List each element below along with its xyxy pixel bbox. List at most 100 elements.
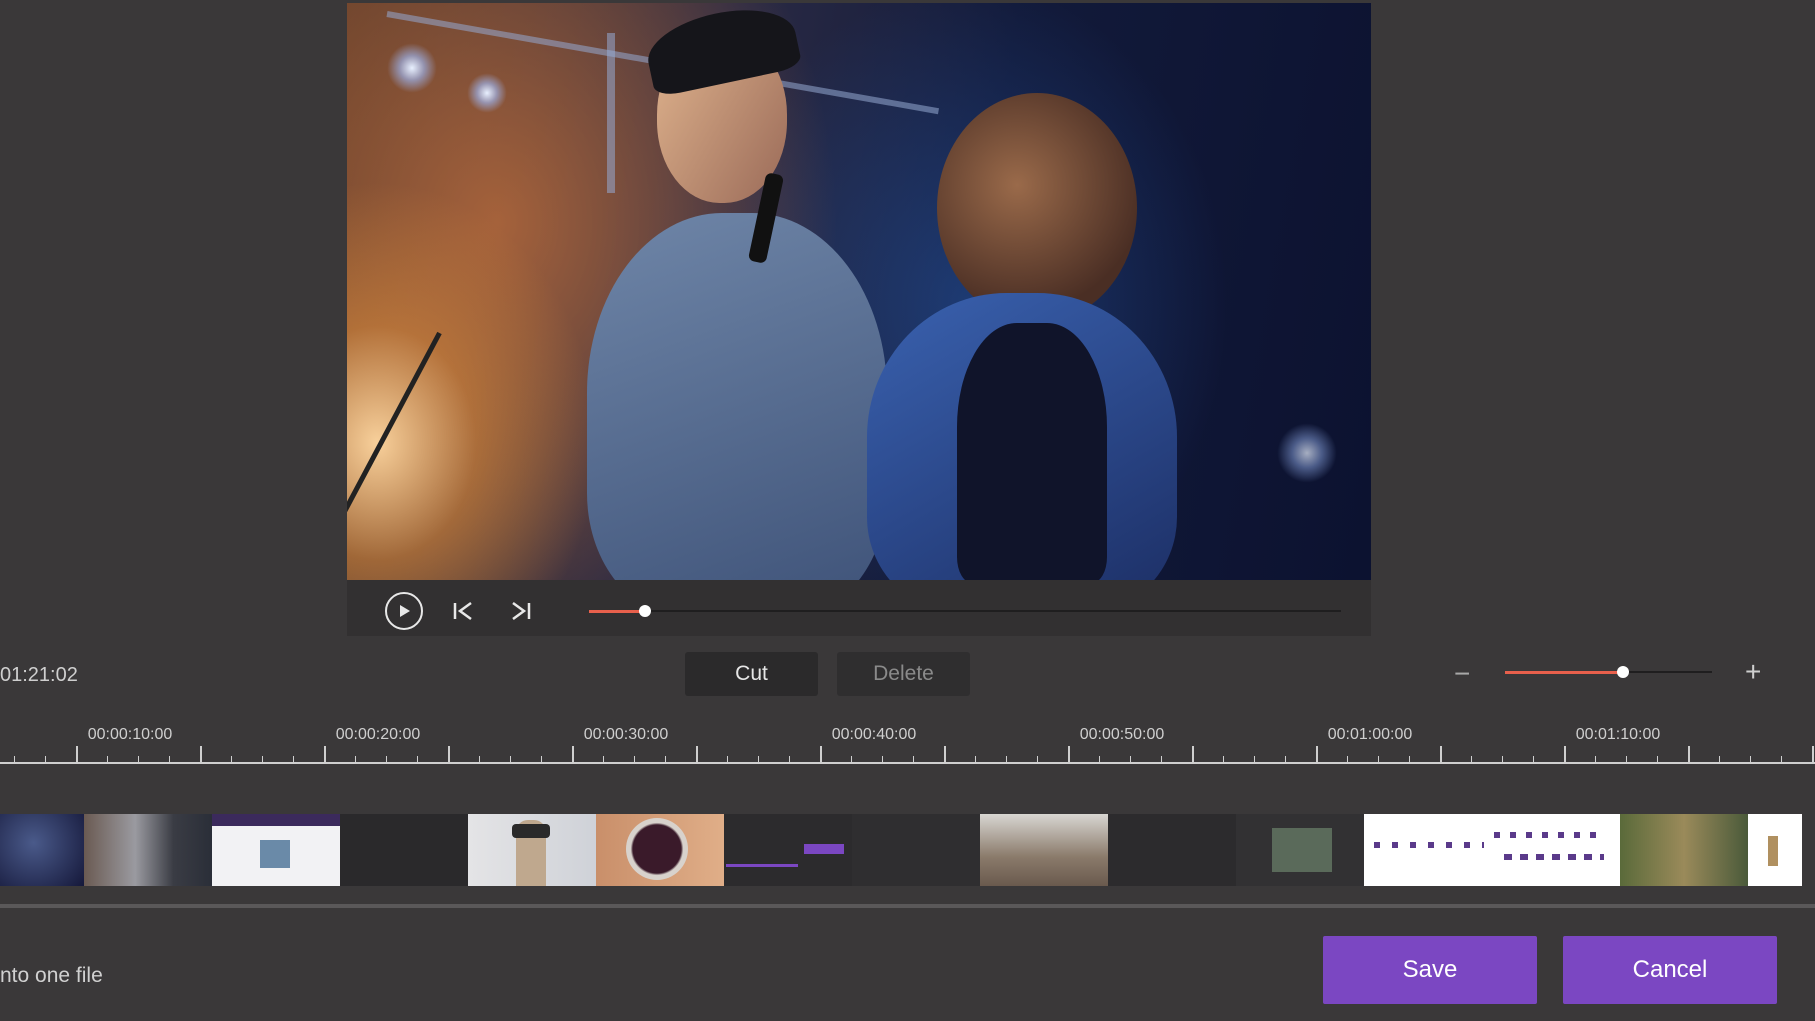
ruler-minor-tick — [913, 756, 914, 762]
thumb-image — [260, 840, 290, 868]
seek-handle[interactable] — [639, 605, 652, 617]
ruler-minor-tick — [603, 756, 604, 762]
skip-forward-button[interactable] — [507, 598, 533, 624]
clip-thumbnail — [1620, 814, 1748, 886]
ruler-minor-tick — [882, 756, 883, 762]
clip-thumbnail — [1236, 814, 1364, 886]
thumb-bar — [726, 864, 798, 867]
spotlight — [1277, 423, 1337, 483]
clip-thumbnail — [1364, 814, 1620, 886]
thumb-dots — [1494, 832, 1604, 838]
ruler-minor-tick — [665, 756, 666, 762]
ruler-tick-label: 00:00:20:00 — [335, 726, 421, 743]
skip-back-button[interactable] — [451, 598, 477, 624]
ruler-minor-tick — [231, 756, 232, 762]
ruler-minor-tick — [1161, 756, 1162, 762]
ruler-minor-tick — [45, 756, 46, 762]
thumb-dots — [1504, 854, 1604, 860]
ruler-minor-tick — [1192, 756, 1193, 762]
ruler-minor-tick — [1812, 756, 1813, 762]
timeline-ruler[interactable]: 00:00:10:00 00:00:20:00 00:00:30:00 00:00:4… — [0, 714, 1815, 764]
ruler-minor-tick — [1347, 756, 1348, 762]
clip-thumbnail — [340, 814, 468, 886]
cancel-button[interactable]: Cancel — [1563, 936, 1777, 1004]
thumb-dots — [1374, 842, 1484, 848]
clip-thumbnail — [980, 814, 1108, 886]
ruler-minor-tick — [1285, 756, 1286, 762]
play-icon — [400, 605, 410, 617]
ruler-minor-tick — [820, 756, 821, 762]
clip-thumbnail — [724, 814, 852, 886]
clip-thumbnail — [596, 814, 724, 886]
ruler-minor-tick — [1068, 756, 1069, 762]
ruler-minor-tick — [572, 756, 573, 762]
ruler-minor-tick — [696, 756, 697, 762]
zoom-in-button[interactable]: + — [1745, 656, 1761, 688]
clip-thumbnail — [212, 814, 340, 886]
clip-thumbnail — [1108, 814, 1236, 886]
ruler-tick-label: 00:01:00:00 — [1327, 726, 1413, 743]
ruler-minor-tick — [76, 756, 77, 762]
video-track[interactable] — [0, 764, 1815, 910]
ruler-minor-tick — [1595, 756, 1596, 762]
ruler-minor-tick — [1099, 756, 1100, 762]
ruler-minor-tick — [355, 756, 356, 762]
ruler-minor-tick — [510, 756, 511, 762]
mic-stand — [347, 331, 442, 580]
ruler-minor-tick — [1533, 756, 1534, 762]
ruler-minor-tick — [541, 756, 542, 762]
ruler-tick-label: 00:00:50:00 — [1079, 726, 1165, 743]
ruler-minor-tick — [1037, 756, 1038, 762]
video-preview — [347, 3, 1371, 580]
clip-thumbnail — [0, 814, 84, 886]
play-button[interactable] — [385, 592, 423, 630]
ruler-tick-label: 00:00:30:00 — [583, 726, 669, 743]
thumb-highlight — [804, 844, 844, 854]
ruler-minor-tick — [138, 756, 139, 762]
ruler-tick-label: 00:01:10:00 — [1575, 726, 1661, 743]
ruler-minor-tick — [1781, 756, 1782, 762]
ruler-minor-tick — [479, 756, 480, 762]
thumb-vr-headset — [512, 824, 550, 838]
ruler-minor-tick — [1378, 756, 1379, 762]
woman-hair — [937, 93, 1137, 323]
zoom-out-button[interactable]: − — [1454, 658, 1470, 690]
ruler-minor-tick — [200, 756, 201, 762]
ruler-minor-tick — [14, 756, 15, 762]
clip-thumbnail — [1748, 814, 1802, 886]
save-button[interactable]: Save — [1323, 936, 1537, 1004]
ruler-minor-tick — [417, 756, 418, 762]
zoom-slider-handle[interactable] — [1616, 666, 1629, 678]
ruler-minor-tick — [789, 756, 790, 762]
ruler-minor-tick — [262, 756, 263, 762]
delete-button[interactable]: Delete — [837, 652, 970, 696]
spotlight — [467, 73, 507, 113]
ruler-tick-label: 00:00:40:00 — [831, 726, 917, 743]
thumb-shape — [1768, 836, 1778, 866]
ruler-minor-tick — [944, 756, 945, 762]
filmstrip[interactable] — [0, 814, 1803, 886]
ruler-minor-tick — [324, 756, 325, 762]
ruler-minor-tick — [634, 756, 635, 762]
zoom-slider-fill — [1505, 671, 1623, 674]
ruler-minor-tick — [386, 756, 387, 762]
ruler-minor-tick — [851, 756, 852, 762]
ruler-minor-tick — [1440, 756, 1441, 762]
thumb-cup — [626, 818, 688, 880]
thumb-image — [1272, 828, 1332, 872]
ruler-minor-tick — [293, 756, 294, 762]
seek-bar[interactable] — [589, 605, 1341, 617]
clip-thumbnail — [852, 814, 980, 886]
ruler-minor-tick — [758, 756, 759, 762]
player-controls — [347, 580, 1371, 636]
ruler-minor-tick — [1719, 756, 1720, 762]
ruler-minor-tick — [107, 756, 108, 762]
cut-button[interactable]: Cut — [685, 652, 818, 696]
ruler-minor-tick — [1316, 756, 1317, 762]
ruler-minor-tick — [1626, 756, 1627, 762]
zoom-slider[interactable] — [1505, 666, 1712, 678]
spotlight — [387, 43, 437, 93]
ruler-tick-label: 00:00:10:00 — [87, 726, 173, 743]
ruler-minor-tick — [1254, 756, 1255, 762]
current-timecode: 01:21:02 — [0, 664, 78, 686]
